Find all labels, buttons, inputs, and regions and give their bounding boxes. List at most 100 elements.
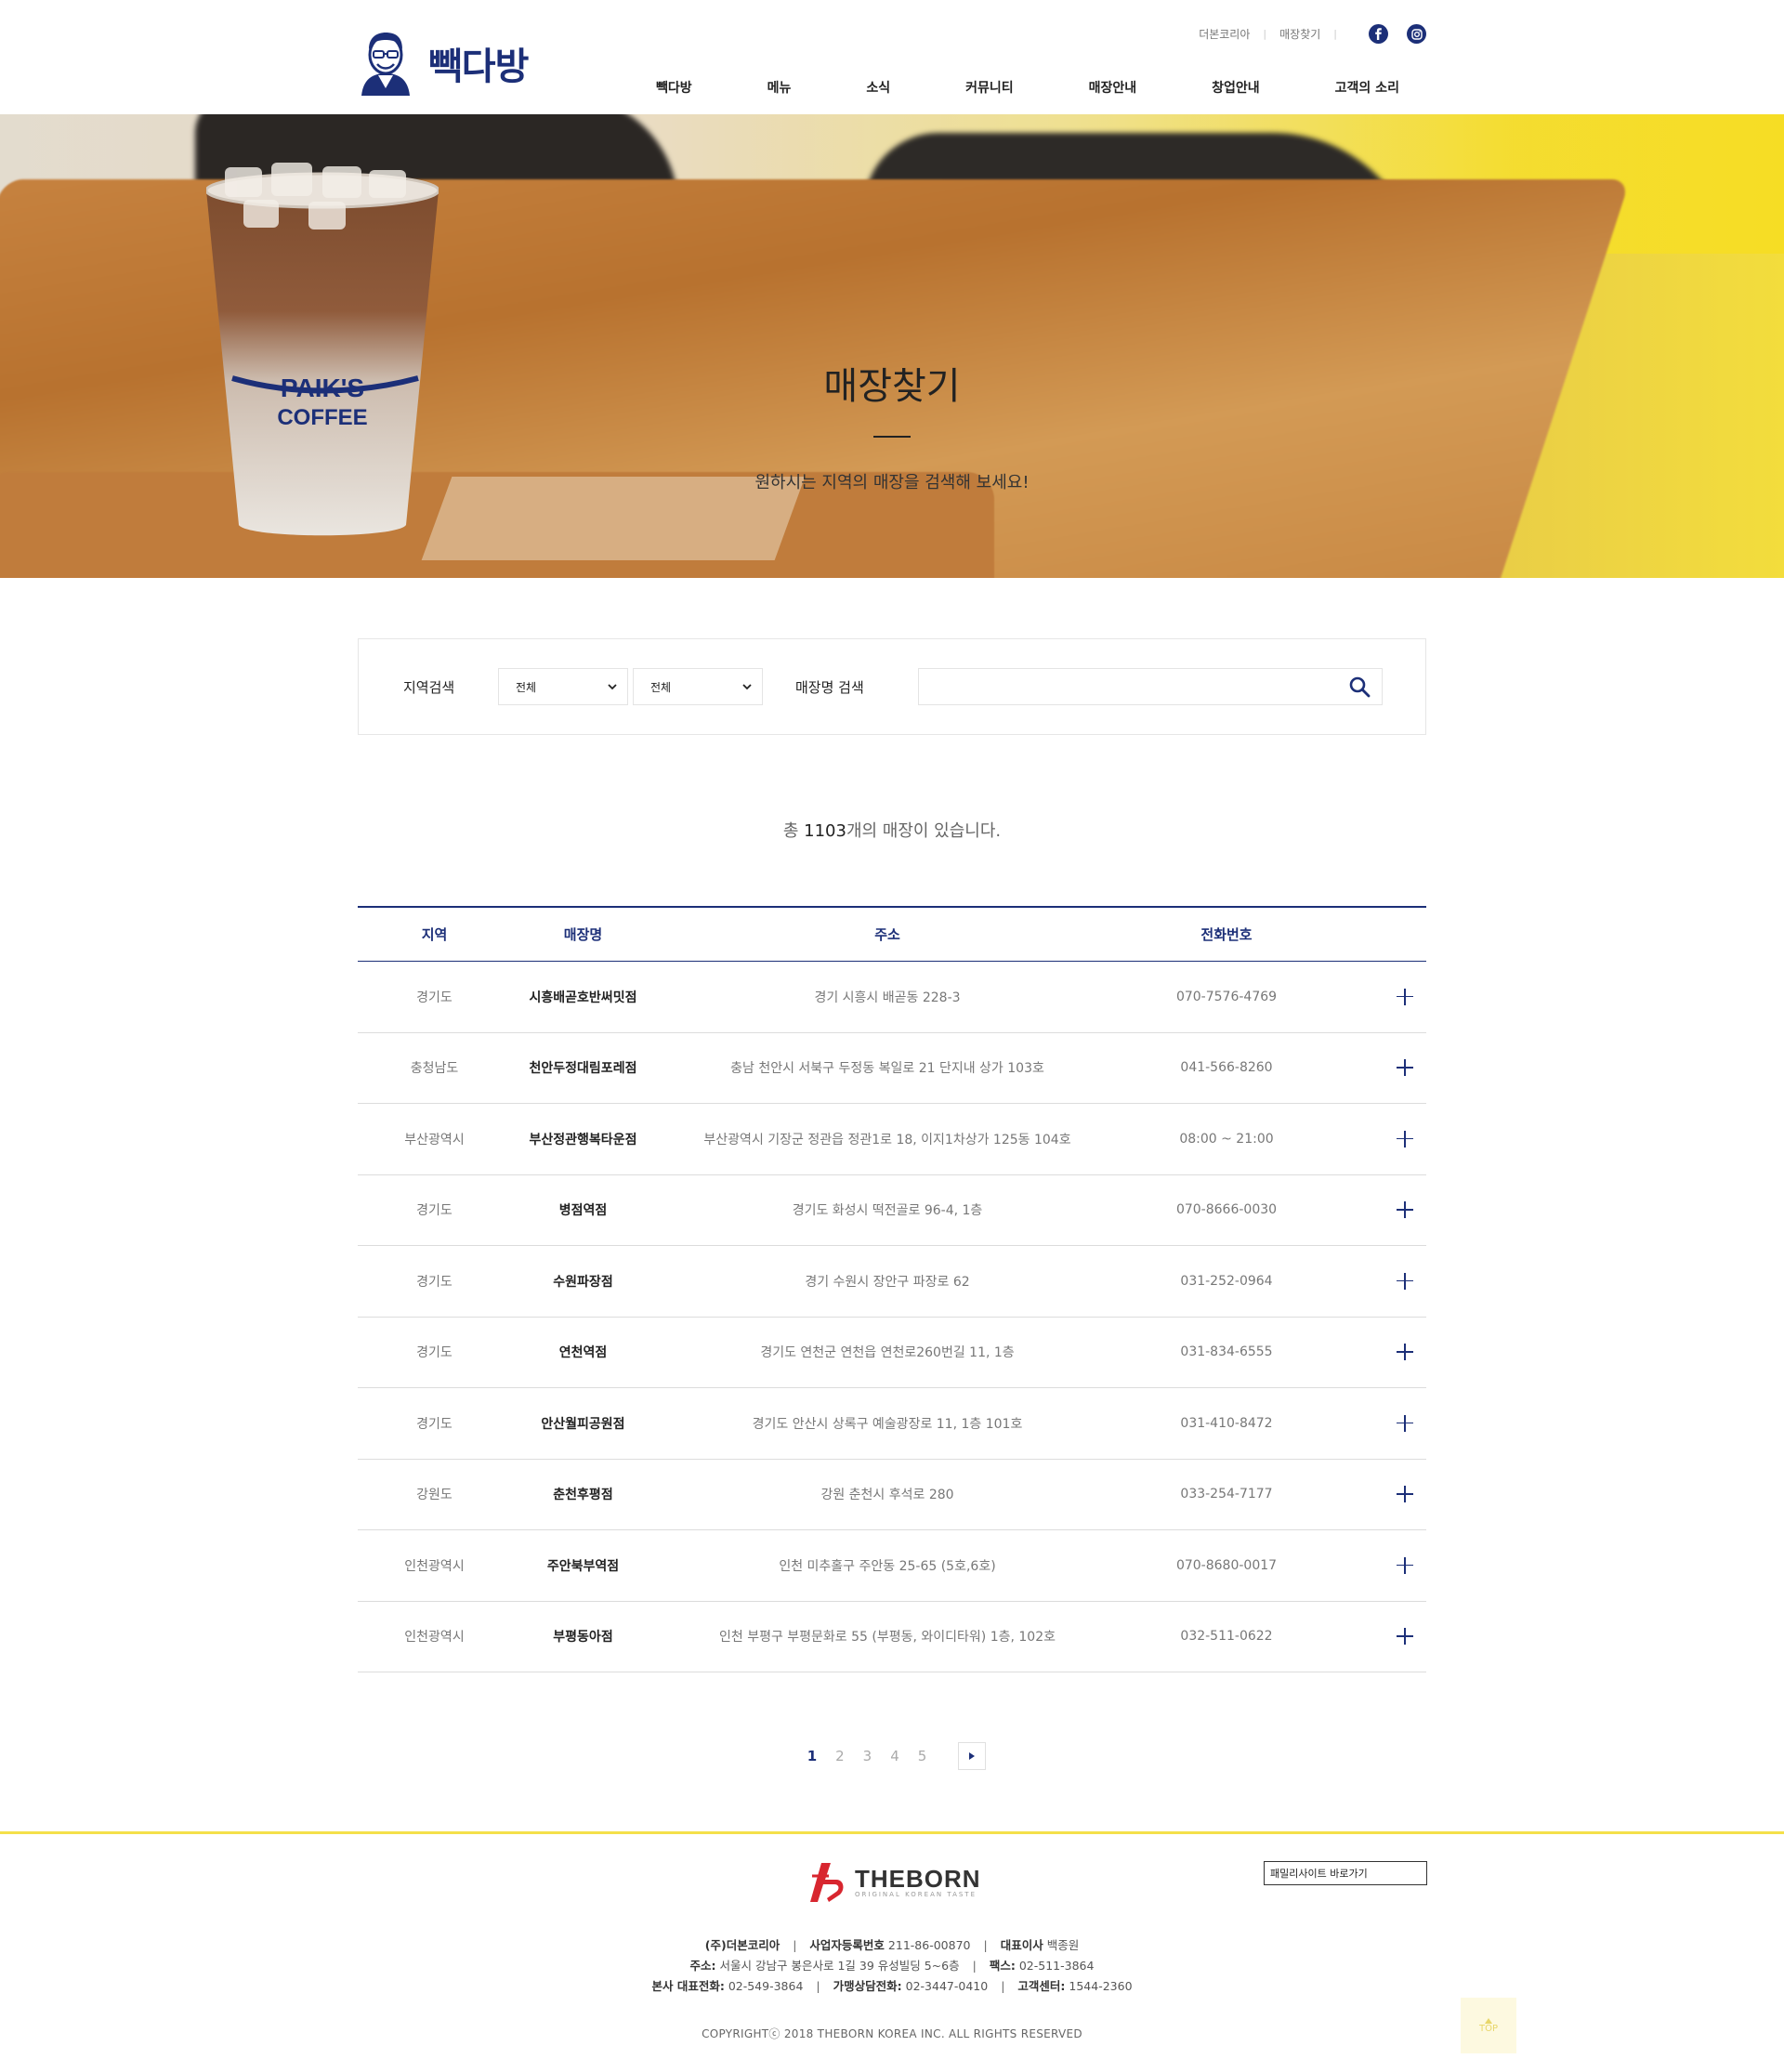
expand-plus-icon[interactable] [1397,1201,1413,1219]
brand-logo[interactable]: 빽다방 [356,31,529,96]
company-line-1: (주)더본코리아 | 사업자등록번호 211-86-00870 | 대표이사 백종원 [704,1938,1080,1952]
store-address: 인천 부평구 부평문화로 55 (부평동, 와이디타워) 1층, 102호 [718,1630,1056,1646]
brand-name: 빽다방 [428,46,529,88]
facebook-icon[interactable] [1369,24,1388,44]
store-name: 병점역점 [558,1203,608,1219]
store-name-input[interactable] [918,668,1383,705]
count-prefix: 총 [782,821,805,841]
company-name: (주)더본코리아 [704,1938,780,1952]
util-link-theborn[interactable]: 더본코리아 [1199,26,1250,42]
family-site-select[interactable]: 패밀리사이트 바로가기 [1264,1861,1427,1885]
store-address: 경기 수원시 장안구 파장로 62 [805,1274,970,1290]
store-region: 경기도 [416,1416,453,1432]
nav-item-paikdabang[interactable]: 빽다방 [629,78,719,97]
nav-item-news[interactable]: 소식 [839,78,917,97]
biz-number: 211-86-00870 [887,1938,971,1952]
theborn-mark-icon [810,1863,844,1902]
region2-select[interactable]: 전체 [633,668,763,705]
copyright: COPYRIGHTⓒ 2018 THEBORN KOREA INC. ALL R… [702,2027,1082,2040]
region1-select[interactable]: 전체 [498,668,628,705]
cs-label: 고객센터: [1017,1979,1066,1993]
header-address: 주소 [874,926,900,943]
nav-item-franchise[interactable]: 창업안내 [1185,78,1287,97]
expand-plus-icon[interactable] [1397,1486,1413,1503]
next-arrow-icon [969,1752,976,1760]
store-phone: 041-566-8260 [1180,1060,1273,1076]
store-region: 경기도 [416,1203,453,1219]
hq-phone: 02-549-3864 [728,1979,804,1993]
store-table: 지역 매장명 주소 전화번호 경기도 시흥배곧호반써밋점 경기 시흥시 배곧동 22… [358,906,1426,1672]
company-line-3: 본사 대표전화: 02-549-3864 | 가맹상담전화: 02-3447-041… [651,1979,1133,1993]
util-divider: | [1263,28,1267,40]
expand-plus-icon[interactable] [1397,988,1413,1005]
cs-phone: 1544-2360 [1069,1979,1133,1993]
count-number: 1103 [804,821,846,841]
store-phone: 070-7576-4769 [1175,989,1278,1004]
page-1[interactable]: 1 [807,1748,817,1764]
ceo-label: 대표이사 [1000,1938,1043,1952]
family-site-label: 패밀리사이트 바로가기 [1270,1868,1368,1880]
expand-plus-icon[interactable] [1397,1628,1413,1646]
expand-plus-icon[interactable] [1397,1344,1413,1361]
store-phone: 070-8666-0030 [1175,1202,1278,1218]
store-address: 부산광역시 기장군 정관읍 정관1로 18, 이지1차상가 125동 104호 [703,1132,1071,1147]
store-region: 경기도 [416,1345,453,1361]
store-address: 충남 천안시 서북구 두정동 복일로 21 단지내 상가 103호 [730,1061,1044,1077]
store-name: 부평동아점 [553,1630,613,1646]
store-region: 경기도 [416,990,453,1005]
title-divider [873,436,911,438]
nav-item-store-info[interactable]: 매장안내 [1062,78,1164,97]
util-link-store-find[interactable]: 매장찾기 [1279,26,1320,42]
search-icon [1349,676,1371,698]
store-region: 경기도 [416,1274,453,1290]
instagram-icon[interactable] [1407,24,1426,44]
page-3[interactable]: 3 [863,1748,872,1764]
store-address: 경기도 안산시 상록구 예술광장로 11, 1층 101호 [752,1416,1023,1432]
page-title: 매장찾기 [823,365,961,408]
search-button[interactable] [1345,673,1373,701]
util-divider: | [1333,28,1337,40]
top-label: TOP [1478,2023,1498,2034]
expand-plus-icon[interactable] [1397,1272,1413,1290]
store-address: 경기도 화성시 떡전골로 96-4, 1층 [792,1203,983,1219]
footer-divider [0,1831,1784,1834]
fax-number: 02-511-3864 [1018,1959,1095,1973]
page-4[interactable]: 4 [890,1748,899,1764]
table-row: 경기도 시흥배곧호반써밋점 경기 시흥시 배곧동 228-3 070-7576-476… [358,962,1426,1033]
page-subtitle: 원하시는 지역의 매장을 검색해 보세요! [754,473,1030,492]
company-address: 서울시 강남구 봉은사로 1길 39 유성빌딩 5~6층 [719,1959,960,1973]
store-name: 시흥배곧호반써밋점 [529,990,637,1005]
region-search-label: 지역검색 [403,679,455,696]
scroll-top-button[interactable]: TOP [1461,1998,1516,2053]
fax-label: 팩스: [989,1959,1016,1973]
store-phone: 031-252-0964 [1180,1273,1273,1289]
store-search-panel: 지역검색 전체 전체 매장명 검색 [358,638,1426,735]
store-region: 강원도 [416,1488,453,1503]
nav-item-community[interactable]: 커뮤니티 [938,78,1041,97]
header-region: 지역 [421,926,448,943]
page-5[interactable]: 5 [918,1748,927,1764]
store-phone: 070-8680-0017 [1175,1557,1278,1573]
table-body: 경기도 시흥배곧호반써밋점 경기 시흥시 배곧동 228-3 070-7576-476… [358,962,1426,1672]
chevron-down-icon [608,684,617,690]
expand-plus-icon[interactable] [1397,1059,1413,1077]
expand-plus-icon[interactable] [1397,1414,1413,1432]
expand-plus-icon[interactable] [1397,1556,1413,1574]
table-row: 부산광역시 부산정관행복타운점 부산광역시 기장군 정관읍 정관1로 18, 이지1… [358,1104,1426,1175]
region1-selected: 전체 [516,680,537,694]
biz-label: 사업자등록번호 [809,1938,885,1952]
region2-selected: 전체 [650,680,672,694]
expand-plus-icon[interactable] [1397,1130,1413,1147]
page-2[interactable]: 2 [835,1748,845,1764]
next-page-button[interactable] [958,1742,987,1770]
table-row: 경기도 연천역점 경기도 연천군 연천읍 연천로260번길 11, 1층 031-83… [358,1318,1426,1388]
hero-banner: PAIK'S COFFEE 매장찾기 원하시는 지역의 매장을 검색해 보세요! [0,114,1784,578]
store-phone: 033-254-7177 [1180,1487,1273,1502]
store-address: 인천 미추홀구 주안동 25-65 (5호,6호) [779,1558,996,1574]
table-row: 경기도 안산월피공원점 경기도 안산시 상록구 예술광장로 11, 1층 101호 0… [358,1388,1426,1460]
paik-face-icon [361,33,410,96]
header-name: 매장명 [563,926,603,943]
nav-item-menu[interactable]: 메뉴 [741,78,819,97]
main-nav: 빽다방 메뉴 소식 커뮤니티 매장안내 창업안내 고객의 소리 [629,78,1426,97]
nav-item-customer-voice[interactable]: 고객의 소리 [1308,78,1426,97]
